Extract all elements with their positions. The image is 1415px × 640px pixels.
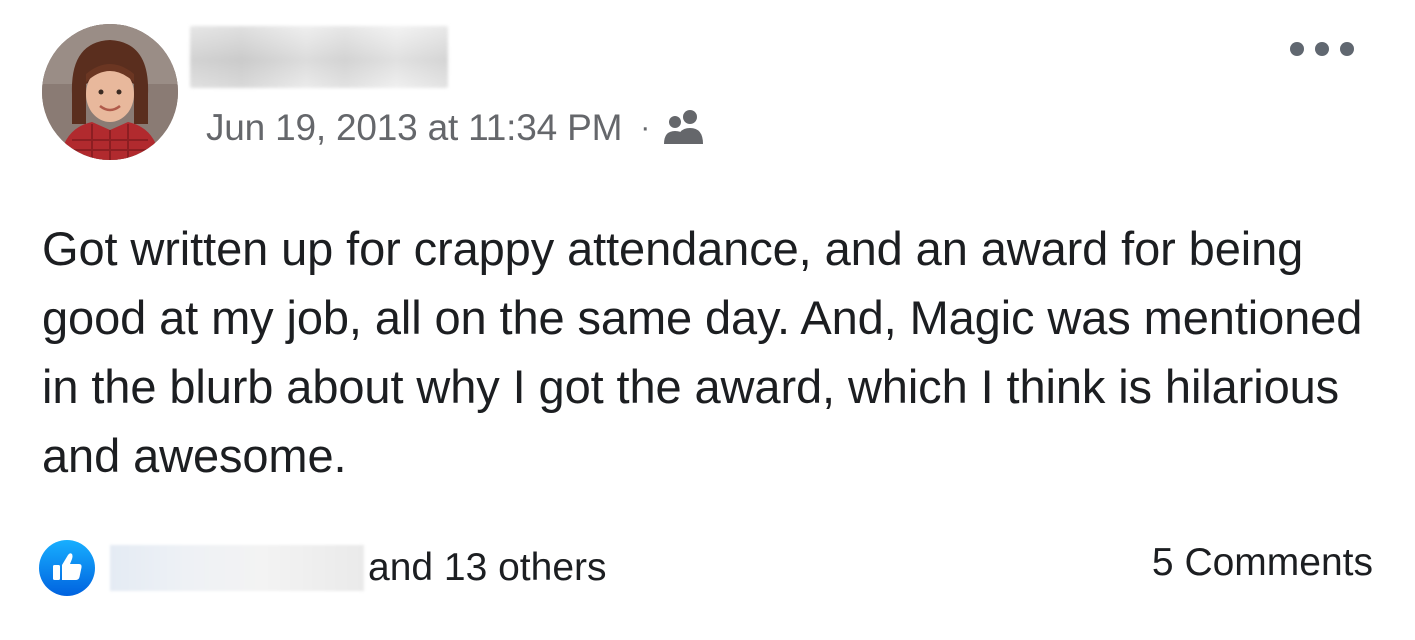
more-options-button[interactable] [1290,34,1354,64]
more-options-icon-dot [1315,42,1329,56]
reaction-count[interactable]: and 13 others [368,546,607,590]
more-options-icon-dot [1290,42,1304,56]
friends-icon[interactable] [664,108,706,148]
meta-separator: · [640,111,650,144]
author-name-redacted[interactable] [190,26,448,88]
reactor-names-redacted [110,545,364,591]
like-icon [39,540,95,596]
comments-count[interactable]: 5 Comments [1152,541,1373,585]
more-options-icon-dot [1340,42,1354,56]
post-body-text: Got written up for crappy attendance, an… [42,222,1363,482]
post-timestamp[interactable]: Jun 19, 2013 at 11:34 PM [206,107,622,149]
avatar-photo [42,24,178,160]
facebook-post: Jun 19, 2013 at 11:34 PM · Got written u… [0,0,1415,640]
reactions-summary[interactable]: and 13 others [38,540,607,596]
avatar[interactable] [42,24,178,160]
post-meta: Jun 19, 2013 at 11:34 PM · [206,104,706,152]
